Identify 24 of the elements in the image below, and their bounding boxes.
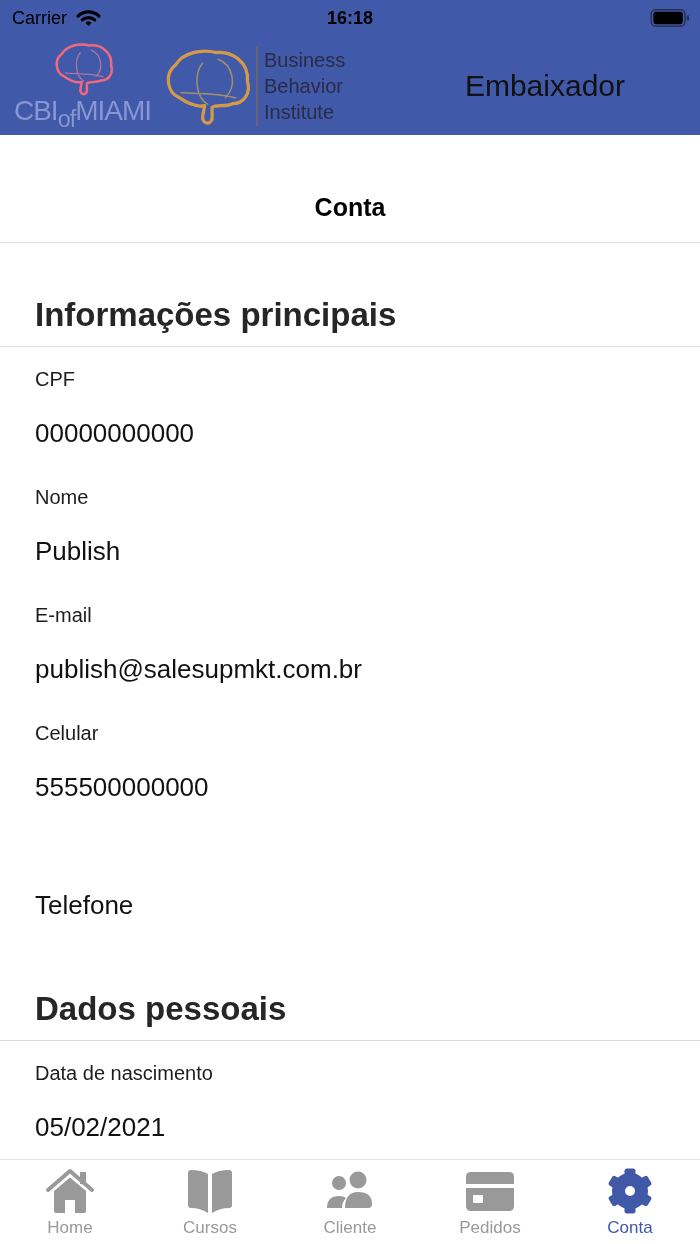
section-heading: Informações principais [35,295,397,335]
field-label: CPF [35,367,75,391]
field-label: Nome [35,485,89,509]
home-icon [45,1168,95,1214]
book-icon [185,1168,235,1214]
page-title: Conta [314,192,386,222]
wifi-icon [76,9,101,27]
role-title: Embaixador [464,68,625,103]
field-label: Celular [35,721,99,745]
field-value[interactable]: Publish [35,535,121,567]
tab[interactable]: Conta [560,1160,700,1244]
clock-time: 16:18 [327,7,373,29]
field-label: E-mail [35,603,92,627]
logo-text: Business Behavior Institute [264,47,347,125]
field-value[interactable]: 00000000000 [35,417,195,449]
field-value[interactable]: 555500000000 [35,771,209,803]
carrier-label: Carrier [12,7,67,29]
field-value[interactable]: 05/02/2021 [35,1111,166,1143]
battery-icon [650,9,690,27]
section-heading: Dados pessoais [35,989,287,1029]
field-label[interactable]: Telefone [35,889,134,921]
field-value[interactable]: publish@salesupmkt.com.br [35,653,362,685]
logo-text: CBI$_{of}$MIAMI [13,96,151,134]
field-label: Data de nascimento [35,1061,213,1085]
